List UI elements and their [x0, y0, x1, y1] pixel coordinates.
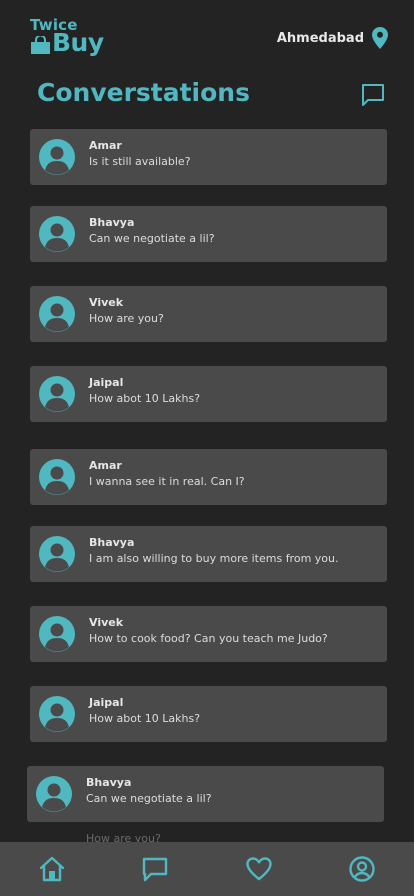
message-preview: Is it still available? [89, 155, 191, 168]
location-label: Ahmedabad [276, 30, 364, 46]
map-pin-icon [372, 27, 388, 49]
contact-name: Vivek [89, 296, 124, 309]
app-header: Twice Buy Ahmedabad [0, 0, 414, 70]
conversation-item[interactable]: Vivek How are you? [30, 286, 387, 342]
contact-name: Amar [89, 139, 122, 152]
new-message-button[interactable] [359, 81, 387, 109]
conversation-item[interactable]: Amar Is it still available? [30, 129, 387, 185]
message-preview: How to cook food? Can you teach me Judo? [89, 632, 328, 645]
message-preview: How abot 10 Lakhs? [89, 712, 201, 725]
user-avatar-icon [39, 536, 75, 572]
nav-chat[interactable] [138, 852, 172, 886]
title-row: Converstations [37, 78, 387, 114]
conversation-item[interactable]: Amar I wanna see it in real. Can I? [30, 449, 387, 505]
user-avatar-icon [39, 459, 75, 495]
contact-name: Vivek [89, 616, 124, 629]
conversation-item[interactable]: Bhavya Can we negotiate a lil? [27, 766, 384, 822]
contact-name: Bhavya [86, 776, 132, 789]
contact-name: Bhavya [89, 536, 135, 549]
message-preview: Can we negotiate a lil? [89, 232, 215, 245]
user-avatar-icon [39, 616, 75, 652]
message-preview: How abot 10 Lakhs? [89, 392, 201, 405]
contact-name: Jaipal [89, 376, 124, 389]
conversation-item[interactable]: Jaipal How abot 10 Lakhs? [30, 366, 387, 422]
logo-text-bottom: Buy [52, 28, 104, 57]
nav-favorites[interactable] [242, 852, 276, 886]
profile-icon [349, 856, 375, 882]
user-avatar-icon [39, 376, 75, 412]
bottom-navigation [0, 842, 414, 896]
shopping-bag-icon [31, 36, 50, 54]
location-selector[interactable]: Ahmedabad [277, 26, 388, 50]
twicebuy-logo[interactable]: Twice Buy [30, 16, 120, 60]
user-avatar-icon [39, 696, 75, 732]
nav-profile[interactable] [345, 852, 379, 886]
heart-icon [246, 857, 272, 881]
page-title: Converstations [37, 78, 250, 107]
user-avatar-icon [39, 216, 75, 252]
contact-name: Jaipal [89, 696, 124, 709]
nav-home[interactable] [35, 852, 69, 886]
message-preview: Can we negotiate a lil? [86, 792, 212, 805]
user-avatar-icon [39, 296, 75, 332]
home-icon [39, 856, 64, 882]
conversation-item[interactable]: Vivek How to cook food? Can you teach me… [30, 606, 387, 662]
conversation-item[interactable]: Bhavya I am also willing to buy more ite… [30, 526, 387, 582]
conversation-item[interactable]: Bhavya Can we negotiate a lil? [30, 206, 387, 262]
message-preview: I am also willing to buy more items from… [89, 552, 339, 565]
user-avatar-icon [39, 139, 75, 175]
contact-name: Bhavya [89, 216, 135, 229]
message-preview: How are you? [89, 312, 164, 325]
chat-icon [143, 857, 168, 882]
message-preview: I wanna see it in real. Can I? [89, 475, 245, 488]
contact-name: Amar [89, 459, 122, 472]
conversation-item[interactable]: Jaipal How abot 10 Lakhs? [30, 686, 387, 742]
user-avatar-icon [36, 776, 72, 812]
message-square-icon [362, 84, 384, 106]
